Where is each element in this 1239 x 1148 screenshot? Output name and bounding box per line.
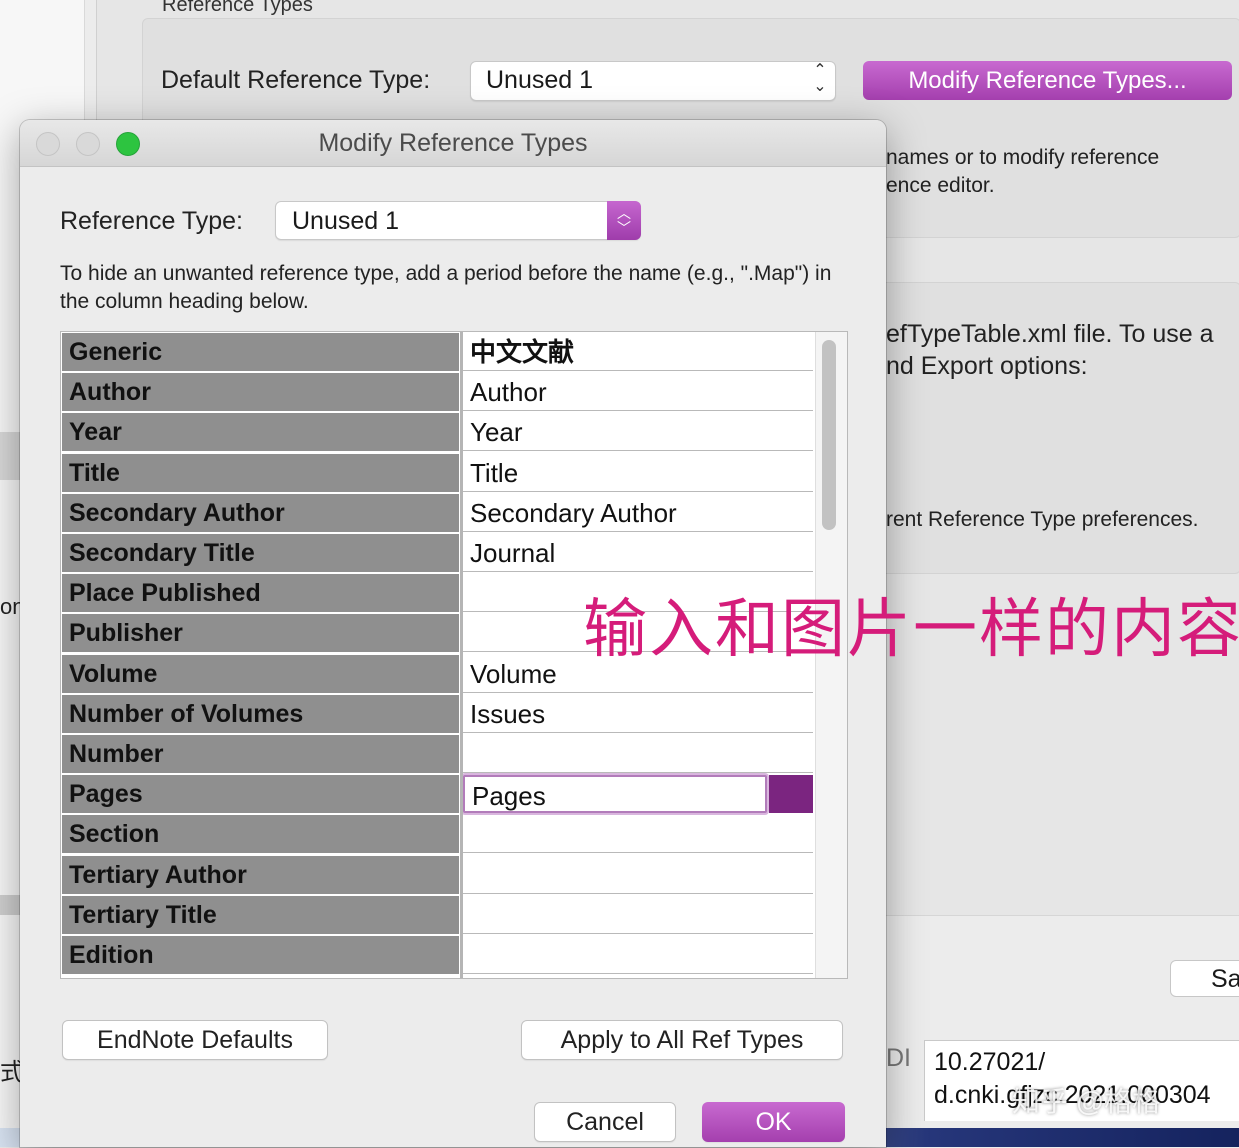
column-divider[interactable] [460,332,463,978]
field-name-cell: Number [62,735,459,773]
cancel-button[interactable]: Cancel [534,1102,676,1142]
edit-handle [769,775,813,814]
table-row: Section [61,814,815,854]
field-name-cell: Tertiary Title [62,895,459,934]
field-value-cell[interactable]: Journal [463,534,813,572]
field-name-cell: Number of Volumes [62,694,459,733]
table-row: Secondary Title Journal [61,533,815,573]
annotation-text: 输入和图片一样的内容 [583,593,1239,667]
table-row: Pages Pages [61,774,815,814]
apply-to-all-button[interactable]: Apply to All Ref Types [521,1020,843,1060]
table-row: Tertiary Author [61,855,815,895]
ok-button[interactable]: OK [702,1102,845,1142]
field-value-cell[interactable]: Author [463,373,813,412]
field-value-cell[interactable]: 中文文献 [463,333,813,371]
chevron-updown-icon: ︿ ﹀ [607,201,641,240]
field-value-cell[interactable] [463,936,813,974]
table-row: Title Title [61,453,815,493]
table-row: Author Author [61,372,815,412]
field-value-cell[interactable]: Secondary Author [463,493,813,532]
dialog-title: Modify Reference Types [318,129,588,157]
reference-type-select[interactable]: Unused 1 ︿ ﹀ [275,201,641,240]
field-name-cell: Place Published [62,574,459,613]
save-button[interactable]: Sa [1170,960,1239,997]
field-name-cell: Volume [62,654,459,693]
description-text: efTypeTable.xml file. To use a [886,320,1214,348]
field-value-cell[interactable]: Title [463,453,813,492]
table-row: Generic 中文文献 [61,332,815,372]
field-name-cell: Pages [62,775,459,814]
table-row: Number of Volumes Issues [61,694,815,734]
field-name-cell: Section [62,815,459,854]
field-value-cell[interactable] [463,735,813,773]
table-row: Tertiary Title [61,895,815,935]
sidebar-selection [0,432,20,480]
table-row: Number [61,734,815,774]
field-name-cell: Tertiary Author [62,855,459,894]
field-name-cell: Secondary Title [62,534,459,572]
field-name-cell: Publisher [62,614,459,653]
description-text: nd Export options: [886,352,1088,380]
chevron-updown-icon: ⌃ ⌄ [813,62,827,95]
reference-type-label: Reference Type: [60,207,243,235]
description-text: names or to modify reference [886,146,1160,169]
default-ref-type-label: Default Reference Type: [161,66,431,94]
description-text: ence editor. [886,174,995,197]
scrollbar-thumb[interactable] [822,340,836,530]
field-value-cell[interactable]: Issues [463,694,813,733]
table-row: Secondary Author Secondary Author [61,493,815,533]
group-label: Reference Types [162,0,313,16]
endnote-defaults-button[interactable]: EndNote Defaults [62,1020,328,1060]
field-value-cell[interactable] [463,815,813,854]
field-value-cell[interactable]: Pages [463,775,767,814]
field-name-cell: Generic [62,333,459,371]
table-row: Edition [61,935,815,975]
field-value-cell[interactable]: Year [463,413,813,452]
table-row: Year Year [61,412,815,452]
default-ref-type-value: Unused 1 [486,66,594,94]
field-name-cell: Author [62,373,459,412]
sidebar-scrollbar [0,895,20,915]
field-name-cell: Secondary Author [62,493,459,532]
reference-type-value: Unused 1 [292,207,400,235]
watermark: 知乎 @格格 [1012,1086,1161,1117]
field-value-cell[interactable] [463,855,813,894]
field-name-cell: Edition [62,936,459,974]
doi-label: DI [886,1044,911,1072]
modify-reference-types-button[interactable]: Modify Reference Types... [863,61,1232,100]
field-value-cell[interactable] [463,895,813,934]
field-name-cell: Title [62,453,459,492]
field-name-cell: Year [62,413,459,452]
hint-text: To hide an unwanted reference type, add … [60,262,832,313]
description-text: rent Reference Type preferences. [886,508,1199,531]
title-bar[interactable]: Modify Reference Types [20,120,886,167]
